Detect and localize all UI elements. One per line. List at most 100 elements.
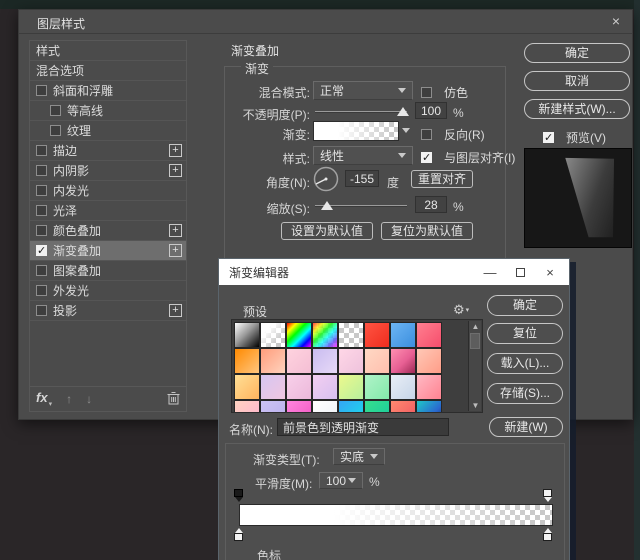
effect-checkbox[interactable] [36,285,47,296]
cancel-button[interactable]: 取消 [524,71,630,91]
gradient-preset-2[interactable] [286,322,312,348]
gradient-preset-1[interactable] [260,322,286,348]
gradient-preset-22[interactable] [390,374,416,400]
dither-checkbox-row[interactable]: 仿色 [421,84,468,101]
gradient-type-dropdown[interactable]: 实底 [333,448,385,465]
set-default-button[interactable]: 设置为默认值 [281,222,373,240]
ge-ok-button[interactable]: 确定 [487,295,563,316]
reverse-checkbox-row[interactable]: 反向(R) [421,126,485,143]
gradient-preset-24[interactable] [234,400,260,413]
sidebar-item-12[interactable]: 外发光 [30,281,186,301]
reset-default-button[interactable]: 复位为默认值 [381,222,473,240]
sidebar-item-0[interactable]: 样式 [30,41,186,61]
gradient-preset-13[interactable] [364,348,390,374]
sidebar-item-9[interactable]: 颜色叠加+ [30,221,186,241]
opacity-slider-thumb[interactable] [397,107,409,116]
gradient-preset-23[interactable] [416,374,442,400]
scale-value[interactable]: 28 [415,196,447,213]
opacity-value[interactable]: 100 [415,102,447,119]
gradient-preset-31[interactable] [416,400,442,413]
gradient-preset-16[interactable] [234,374,260,400]
move-up-icon[interactable]: ↑ [66,392,72,406]
ge-load-button[interactable]: 载入(L)... [487,353,563,374]
gradient-preset-4[interactable] [338,322,364,348]
scrollbar-thumb[interactable] [470,333,480,349]
gradient-preset-10[interactable] [286,348,312,374]
minimize-icon[interactable]: — [475,265,505,280]
align-checkbox-row[interactable]: 与图层对齐(I) [421,149,515,166]
sidebar-item-1[interactable]: 混合选项 [30,61,186,81]
gradient-preset-25[interactable] [260,400,286,413]
gradient-preset-11[interactable] [312,348,338,374]
new-style-button[interactable]: 新建样式(W)... [524,99,630,119]
gradient-preset-5[interactable] [364,322,390,348]
color-stop-left[interactable] [234,528,244,541]
gradient-bar[interactable] [239,504,553,526]
layer-style-titlebar[interactable]: 图层样式 × [19,10,632,34]
effect-checkbox[interactable] [36,225,47,236]
effect-checkbox[interactable] [50,105,61,116]
effect-checkbox[interactable] [36,85,47,96]
effect-checkbox[interactable] [36,265,47,276]
delete-effect-icon[interactable] [167,391,180,408]
sidebar-item-4[interactable]: 纹理 [30,121,186,141]
effect-checkbox[interactable] [36,185,47,196]
opacity-stop-left[interactable] [234,489,244,502]
scale-slider-thumb[interactable] [321,201,333,210]
close-icon[interactable]: × [612,13,620,29]
blend-mode-dropdown[interactable]: 正常 [313,81,413,100]
sidebar-item-5[interactable]: 描边+ [30,141,186,161]
angle-dial[interactable] [313,166,339,192]
reset-align-button[interactable]: 重置对齐 [411,170,473,188]
preview-checkbox[interactable] [543,132,554,143]
gradient-preset-29[interactable] [364,400,390,413]
gradient-preset-19[interactable] [312,374,338,400]
add-instance-icon[interactable]: + [169,164,182,177]
gradient-preset-8[interactable] [234,348,260,374]
sidebar-item-2[interactable]: 斜面和浮雕 [30,81,186,101]
gradient-preset-17[interactable] [260,374,286,400]
preset-scrollbar[interactable]: ▲ ▼ [468,321,481,411]
add-instance-icon[interactable]: + [169,224,182,237]
opacity-stop-right[interactable] [543,489,553,502]
angle-value[interactable]: -155 [345,170,379,187]
gradient-preset-18[interactable] [286,374,312,400]
scroll-up-icon[interactable]: ▲ [469,322,482,331]
fx-menu-icon[interactable]: fx [36,390,52,408]
gradient-preset-15[interactable] [416,348,442,374]
sidebar-item-7[interactable]: 内发光 [30,181,186,201]
ge-new-button[interactable]: 新建(W) [489,417,563,437]
gradient-preset-12[interactable] [338,348,364,374]
gradient-preset-3[interactable] [312,322,338,348]
style-dropdown[interactable]: 线性 [313,146,413,165]
gear-icon[interactable]: ⚙ [453,302,469,318]
reverse-checkbox[interactable] [421,129,432,140]
preview-checkbox-row[interactable]: 预览(V) [543,129,606,146]
scale-slider[interactable] [315,205,407,207]
ge-save-button[interactable]: 存储(S)... [487,383,563,404]
ge-reset-button[interactable]: 复位 [487,323,563,344]
effect-checkbox[interactable] [36,305,47,316]
effect-checkbox[interactable] [36,205,47,216]
gradient-preset-20[interactable] [338,374,364,400]
sidebar-item-3[interactable]: 等高线 [30,101,186,121]
sidebar-item-6[interactable]: 内阴影+ [30,161,186,181]
ok-button[interactable]: 确定 [524,43,630,63]
gradient-preset-6[interactable] [390,322,416,348]
add-instance-icon[interactable]: + [169,304,182,317]
gradient-preset-27[interactable] [312,400,338,413]
gradient-preset-14[interactable] [390,348,416,374]
effect-checkbox[interactable] [36,145,47,156]
add-instance-icon[interactable]: + [169,144,182,157]
color-stop-right[interactable] [543,528,553,541]
dither-checkbox[interactable] [421,87,432,98]
align-checkbox[interactable] [421,152,432,163]
chevron-down-icon[interactable] [402,128,410,133]
sidebar-item-10[interactable]: 渐变叠加+ [30,241,186,261]
gradient-preset-26[interactable] [286,400,312,413]
smoothness-dropdown[interactable]: 100 [319,472,363,489]
sidebar-item-8[interactable]: 光泽 [30,201,186,221]
effect-checkbox[interactable] [36,245,47,256]
move-down-icon[interactable]: ↓ [86,392,92,406]
maximize-icon[interactable] [505,265,535,280]
